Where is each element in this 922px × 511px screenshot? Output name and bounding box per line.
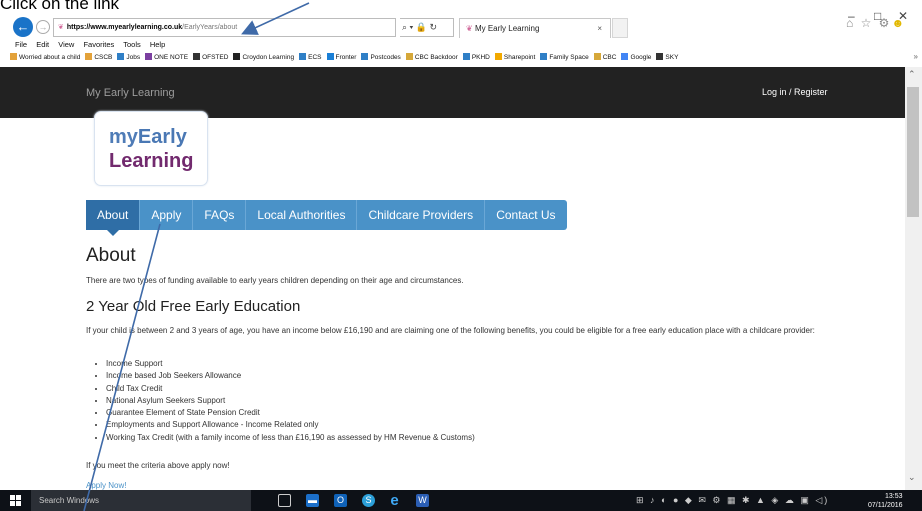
annotation-arrows	[83, 2, 310, 511]
arrow-to-apply-tab	[83, 223, 161, 511]
arrow-to-url	[241, 2, 310, 35]
